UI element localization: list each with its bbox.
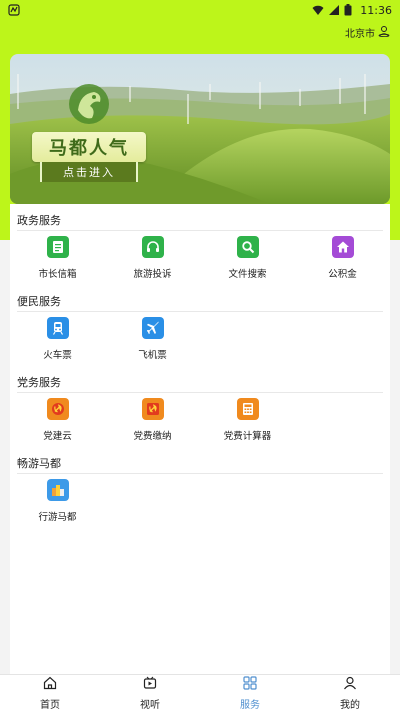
service-label: 党费计算器 (223, 431, 272, 442)
services-panel: 政务服务 市长信箱 旅游投诉 文件搜索 公积金 便民服务 火车票 飞机票 党务服… (10, 204, 390, 676)
service-mayor-mailbox[interactable]: 市长信箱 (10, 236, 105, 288)
service-label: 行游马都 (38, 512, 77, 523)
service-train-ticket[interactable]: 火车票 (10, 317, 105, 369)
airplane-icon (141, 317, 164, 339)
calculator-icon (236, 398, 259, 420)
service-label: 公积金 (328, 269, 357, 280)
search-icon (236, 236, 259, 258)
bottom-nav: 首页 视听 服务 我的 (0, 674, 400, 710)
nav-home[interactable]: 首页 (0, 675, 100, 710)
nav-label: 我的 (340, 699, 360, 710)
divider (17, 392, 383, 393)
service-label: 党费缴纳 (133, 431, 172, 442)
banner-enter-button[interactable]: 点击进入 (40, 162, 138, 182)
home-icon (331, 236, 354, 258)
city-label: 北京市 (345, 28, 375, 40)
person-icon (343, 675, 357, 694)
service-label: 火车票 (43, 350, 72, 361)
section-title-government: 政务服务 (17, 214, 61, 227)
location-person-icon (378, 25, 390, 40)
promo-banner[interactable]: 马都人气 点击进入 (10, 54, 390, 204)
train-icon (46, 317, 69, 339)
party-emblem-icon (46, 398, 69, 420)
service-flight-ticket[interactable]: 飞机票 (105, 317, 200, 369)
nav-label: 服务 (240, 699, 260, 710)
nav-label: 视听 (140, 699, 160, 710)
service-party-dues[interactable]: 党费缴纳 (105, 398, 200, 450)
nav-services[interactable]: 服务 (200, 675, 300, 710)
video-icon (143, 675, 157, 694)
service-label: 旅游投诉 (133, 269, 172, 280)
service-dues-calculator[interactable]: 党费计算器 (200, 398, 295, 450)
location-selector[interactable]: 北京市 (345, 24, 390, 40)
app-notification-icon (8, 4, 20, 16)
divider (17, 230, 383, 231)
section-title-travel: 畅游马都 (17, 457, 61, 470)
nav-label: 首页 (40, 699, 60, 710)
service-tourism-complaint[interactable]: 旅游投诉 (105, 236, 200, 288)
nav-profile[interactable]: 我的 (300, 675, 400, 710)
service-housing-fund[interactable]: 公积金 (295, 236, 390, 288)
nav-media[interactable]: 视听 (100, 675, 200, 710)
horse-emblem-icon (66, 80, 112, 128)
banner-title: 马都人气 (32, 132, 146, 162)
status-time: 11:36 (360, 3, 392, 17)
headset-icon (141, 236, 164, 258)
service-travel-guide[interactable]: 行游马都 (10, 479, 105, 531)
grid-icon (243, 675, 257, 694)
divider (17, 311, 383, 312)
battery-icon (344, 4, 356, 16)
service-label: 市长信箱 (38, 269, 77, 280)
divider (17, 473, 383, 474)
status-bar: 11:36 (0, 0, 400, 20)
service-label: 飞机票 (138, 350, 167, 361)
travel-guide-icon (46, 479, 69, 501)
service-label: 党建云 (43, 431, 72, 442)
section-title-party: 党务服务 (17, 376, 61, 389)
section-title-convenience: 便民服务 (17, 295, 61, 308)
service-file-search[interactable]: 文件搜索 (200, 236, 295, 288)
mailbox-icon (46, 236, 69, 258)
wifi-icon (312, 4, 324, 16)
signal-icon (328, 4, 340, 16)
party-emblem-icon (141, 398, 164, 420)
service-party-cloud[interactable]: 党建云 (10, 398, 105, 450)
service-label: 文件搜索 (228, 269, 267, 280)
home-outline-icon (43, 675, 57, 694)
